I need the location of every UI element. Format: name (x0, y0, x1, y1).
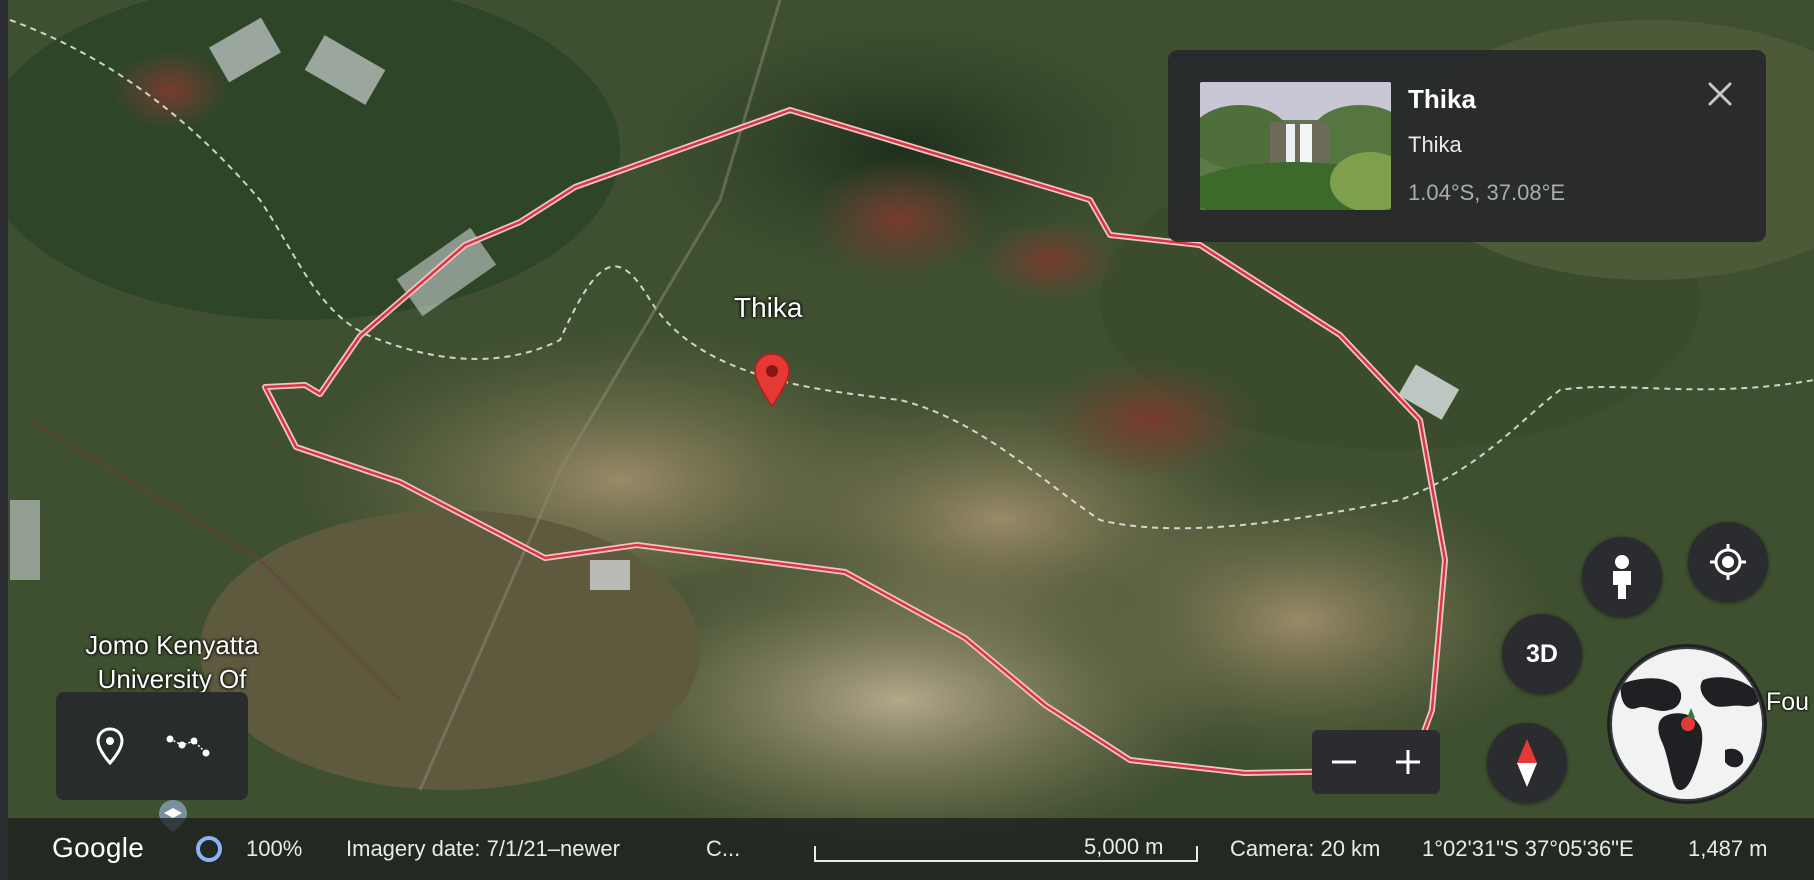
camera-altitude: Camera: 20 km (1230, 836, 1381, 861)
zoom-out-button[interactable] (1312, 730, 1376, 794)
poi-label-line2: University Of (97, 664, 247, 694)
elevation: 1,487 m (1688, 836, 1768, 861)
place-title: Thika (1408, 84, 1476, 114)
imagery-date: Imagery date: 7/1/21–newer (346, 836, 620, 861)
status-bar: Google 100% Imagery date: 7/1/21–newer C… (8, 818, 1814, 880)
place-info-card: Thika Thika 1.04°S, 37.08°E (1168, 50, 1766, 242)
compass-icon (1517, 739, 1537, 787)
data-credits[interactable]: C... (706, 836, 740, 862)
my-location-icon (1710, 544, 1746, 580)
globe-partial-label: Fou (1766, 688, 1810, 716)
scale-label: 5,000 m (1084, 834, 1164, 859)
zoom-in-button[interactable] (1376, 730, 1440, 794)
place-subtitle: Thika (1408, 132, 1462, 157)
location-pin-icon[interactable] (752, 352, 792, 408)
close-icon[interactable] (1700, 74, 1740, 114)
drawing-tools-panel (56, 692, 248, 800)
street-view-button[interactable] (1582, 537, 1662, 617)
minus-icon (1332, 760, 1356, 764)
draw-path-icon (166, 735, 210, 757)
my-location-button[interactable] (1688, 522, 1768, 602)
google-logo: Google (52, 832, 145, 863)
globe-overview-button[interactable] (1607, 644, 1767, 804)
person-icon (1613, 555, 1631, 599)
poi-label-line1: Jomo Kenyatta (85, 630, 259, 660)
place-thumbnail[interactable] (1200, 82, 1391, 210)
place-coordinates: 1.04°S, 37.08°E (1408, 180, 1566, 205)
add-placemark-button[interactable] (78, 714, 142, 778)
place-label[interactable]: Thika (734, 292, 802, 324)
load-progress: 100% (246, 836, 303, 861)
draw-path-button[interactable] (156, 714, 220, 778)
zoom-control (1312, 730, 1440, 794)
place-pin-icon (96, 727, 124, 766)
cursor-coordinates: 1°02'31"S 37°05'36"E (1422, 836, 1634, 861)
window-edge (0, 0, 8, 880)
plus-icon (1396, 750, 1420, 774)
globe-icon (1610, 647, 1764, 801)
toggle-3d-button[interactable]: 3D (1502, 614, 1582, 694)
poi-label[interactable]: Jomo Kenyatta University Of (52, 628, 292, 696)
compass-button[interactable] (1487, 723, 1567, 803)
loading-ring-icon (196, 836, 222, 862)
